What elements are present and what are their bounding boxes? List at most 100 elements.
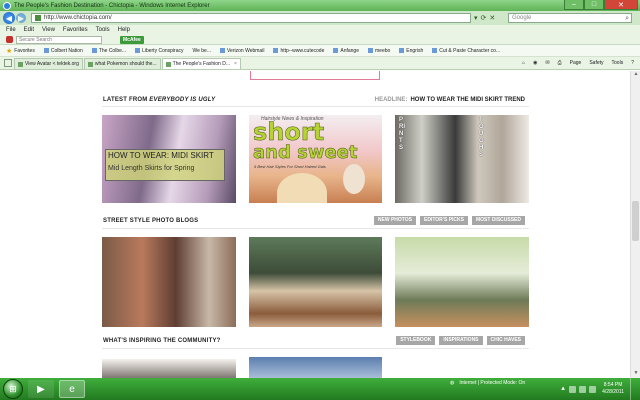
latest-blog-link[interactable]: EVERYBODY IS UGLY [149,97,215,103]
favorite-item[interactable]: The Colbe... [91,48,126,54]
secure-search-input[interactable]: Secure Search [16,35,102,44]
title-bar: The People's Fashion Destination - Chict… [0,0,640,11]
star-icon: ★ [6,47,13,55]
ie-taskbar-icon[interactable]: e [59,380,85,398]
address-field[interactable]: http://www.chictopia.com/ [31,13,471,23]
menu-tools[interactable]: Tools [96,27,110,33]
tab-pokemon[interactable]: what Pokemon should the... [83,58,161,69]
scroll-down-icon[interactable]: ▼ [632,370,640,378]
street-style-filters: NEW PHOTOS EDITOR'S PICKS MOST DISCUSSED [373,216,525,225]
window-controls: – □ ✕ [564,0,638,10]
close-button[interactable]: ✕ [604,0,638,10]
search-icon[interactable]: ⌕ [625,15,629,23]
menu-file[interactable]: File [6,27,16,33]
site-icon [333,48,339,53]
chic-haves-button[interactable]: CHIC HAVES [486,336,525,345]
midi-skirt-image[interactable]: HOW TO WEAR: MIDI SKIRT Mid Length Skirt… [102,115,236,203]
help-icon[interactable]: ? [631,60,634,66]
dropdown-icon[interactable]: ▾ [474,14,478,22]
toughs-label: TOUGHS [479,117,484,158]
inspiring-heading: WHAT'S INSPIRING THE COMMUNITY? [103,338,221,344]
short-hair-image[interactable]: Hairstyle News & Inspiration short and s… [249,115,382,203]
inspiring-photo-1[interactable] [102,359,236,378]
ie-status-zone: ◍ Internet | Protected Mode: On [450,378,525,388]
favorites-button[interactable]: ★ Favorites [6,47,35,55]
quick-tabs-icon[interactable] [4,59,12,67]
media-player-icon[interactable]: ▶ [28,380,54,398]
favorite-item[interactable]: We be... [192,48,211,54]
back-button[interactable]: ◀ [3,12,15,24]
latest-heading: LATEST FROM EVERYBODY IS UGLY [103,97,216,103]
safety-menu[interactable]: Safety [589,60,603,66]
favorite-item[interactable]: Colbert Nation [43,48,83,54]
close-tab-icon[interactable]: × [234,61,237,67]
vertical-scrollbar[interactable]: ▲ ▼ [630,71,640,378]
model-face-small [343,164,365,194]
tray-app-icon[interactable] [569,385,577,393]
home-icon[interactable]: ⌂ [522,60,525,66]
mail-icon[interactable]: ✉ [545,60,549,66]
menu-edit[interactable]: Edit [24,27,34,33]
stylebook-button[interactable]: STYLEBOOK [396,336,436,345]
tools-menu[interactable]: Tools [612,60,624,66]
scroll-up-icon[interactable]: ▲ [632,71,640,79]
editors-picks-button[interactable]: EDITOR'S PICKS [419,216,468,225]
site-icon [399,48,405,53]
print-icon[interactable]: ⎙ [558,60,562,66]
menu-view[interactable]: View [42,27,55,33]
tab-chictopia[interactable]: The People's Fashion D... × [161,58,241,69]
refresh-icon[interactable]: ⟳ [481,14,487,22]
menu-favorites[interactable]: Favorites [63,27,88,33]
most-discussed-button[interactable]: MOST DISCUSSED [471,216,525,225]
tab-favicon-icon [18,61,23,67]
street-photo-2[interactable] [249,237,382,327]
favorite-item[interactable]: Liberty Conspiracy [135,48,183,54]
start-button[interactable]: ⊞ [3,379,23,399]
tray-expand-icon[interactable]: ▲ [560,386,566,392]
taskbar: ⊞ ▶ e ◍ Internet | Protected Mode: On ▲ … [0,378,640,400]
headline: HEADLINE: HOW TO WEAR THE MIDI SKIRT TREN… [374,97,525,103]
volume-icon[interactable] [589,385,597,393]
command-bar: ⌂ ◉ ✉ ⎙ Page Safety Tools ? [522,58,634,68]
favorite-item[interactable]: Engrish [399,48,423,54]
network-icon[interactable] [579,385,587,393]
clock-date: 4/28/2011 [602,389,624,395]
show-desktop-button[interactable] [630,378,636,400]
search-input[interactable]: Google ⌕ [508,13,632,23]
maximize-button[interactable]: □ [584,0,604,10]
forward-button[interactable]: ▶ [16,13,26,23]
prints-toughs-image[interactable]: PRINTS TOUGHS [395,115,529,203]
feeds-icon[interactable]: ◉ [533,60,537,66]
inspiring-photo-2[interactable] [249,357,382,378]
top-banner-strip [100,71,530,80]
site-favicon-icon [35,15,41,21]
tab-favicon-icon [165,61,171,67]
prints-label: PRINTS [399,117,405,151]
minimize-button[interactable]: – [564,0,584,10]
scroll-thumb[interactable] [632,201,639,241]
site-icon [432,48,438,53]
search-placeholder: Google [512,15,532,21]
favorite-item[interactable]: Cut & Paste Character co... [432,48,500,54]
model-face [277,173,327,203]
inspirations-button[interactable]: INSPIRATIONS [439,336,483,345]
stop-icon[interactable]: ✕ [489,14,495,22]
favorite-item[interactable]: meebo [368,48,390,54]
favorite-item[interactable]: Verizon Webmail [220,48,264,54]
headline-link[interactable]: HOW TO WEAR THE MIDI SKIRT TREND [410,97,525,103]
clock[interactable]: 8:54 PM 4/28/2011 [602,382,624,396]
page-menu[interactable]: Page [570,60,582,66]
favorite-item[interactable]: Anfange [333,48,359,54]
banner-ad[interactable] [250,71,380,80]
tab-tektek[interactable]: View Avatar < tektek.org [14,58,83,69]
site-icon [91,48,97,53]
menu-help[interactable]: Help [118,27,130,33]
street-photo-1[interactable] [102,237,236,327]
clock-time: 8:54 PM [603,382,623,388]
new-photos-button[interactable]: NEW PHOTOS [373,216,416,225]
mcafee-button[interactable]: McAfee [120,35,144,44]
favorite-item[interactable]: http--www.cutecode [273,48,324,54]
web-page: LATEST FROM EVERYBODY IS UGLY HEADLINE: H… [0,71,630,378]
zone-text: Internet | Protected Mode: On [459,380,526,386]
street-photo-3[interactable] [395,237,529,327]
